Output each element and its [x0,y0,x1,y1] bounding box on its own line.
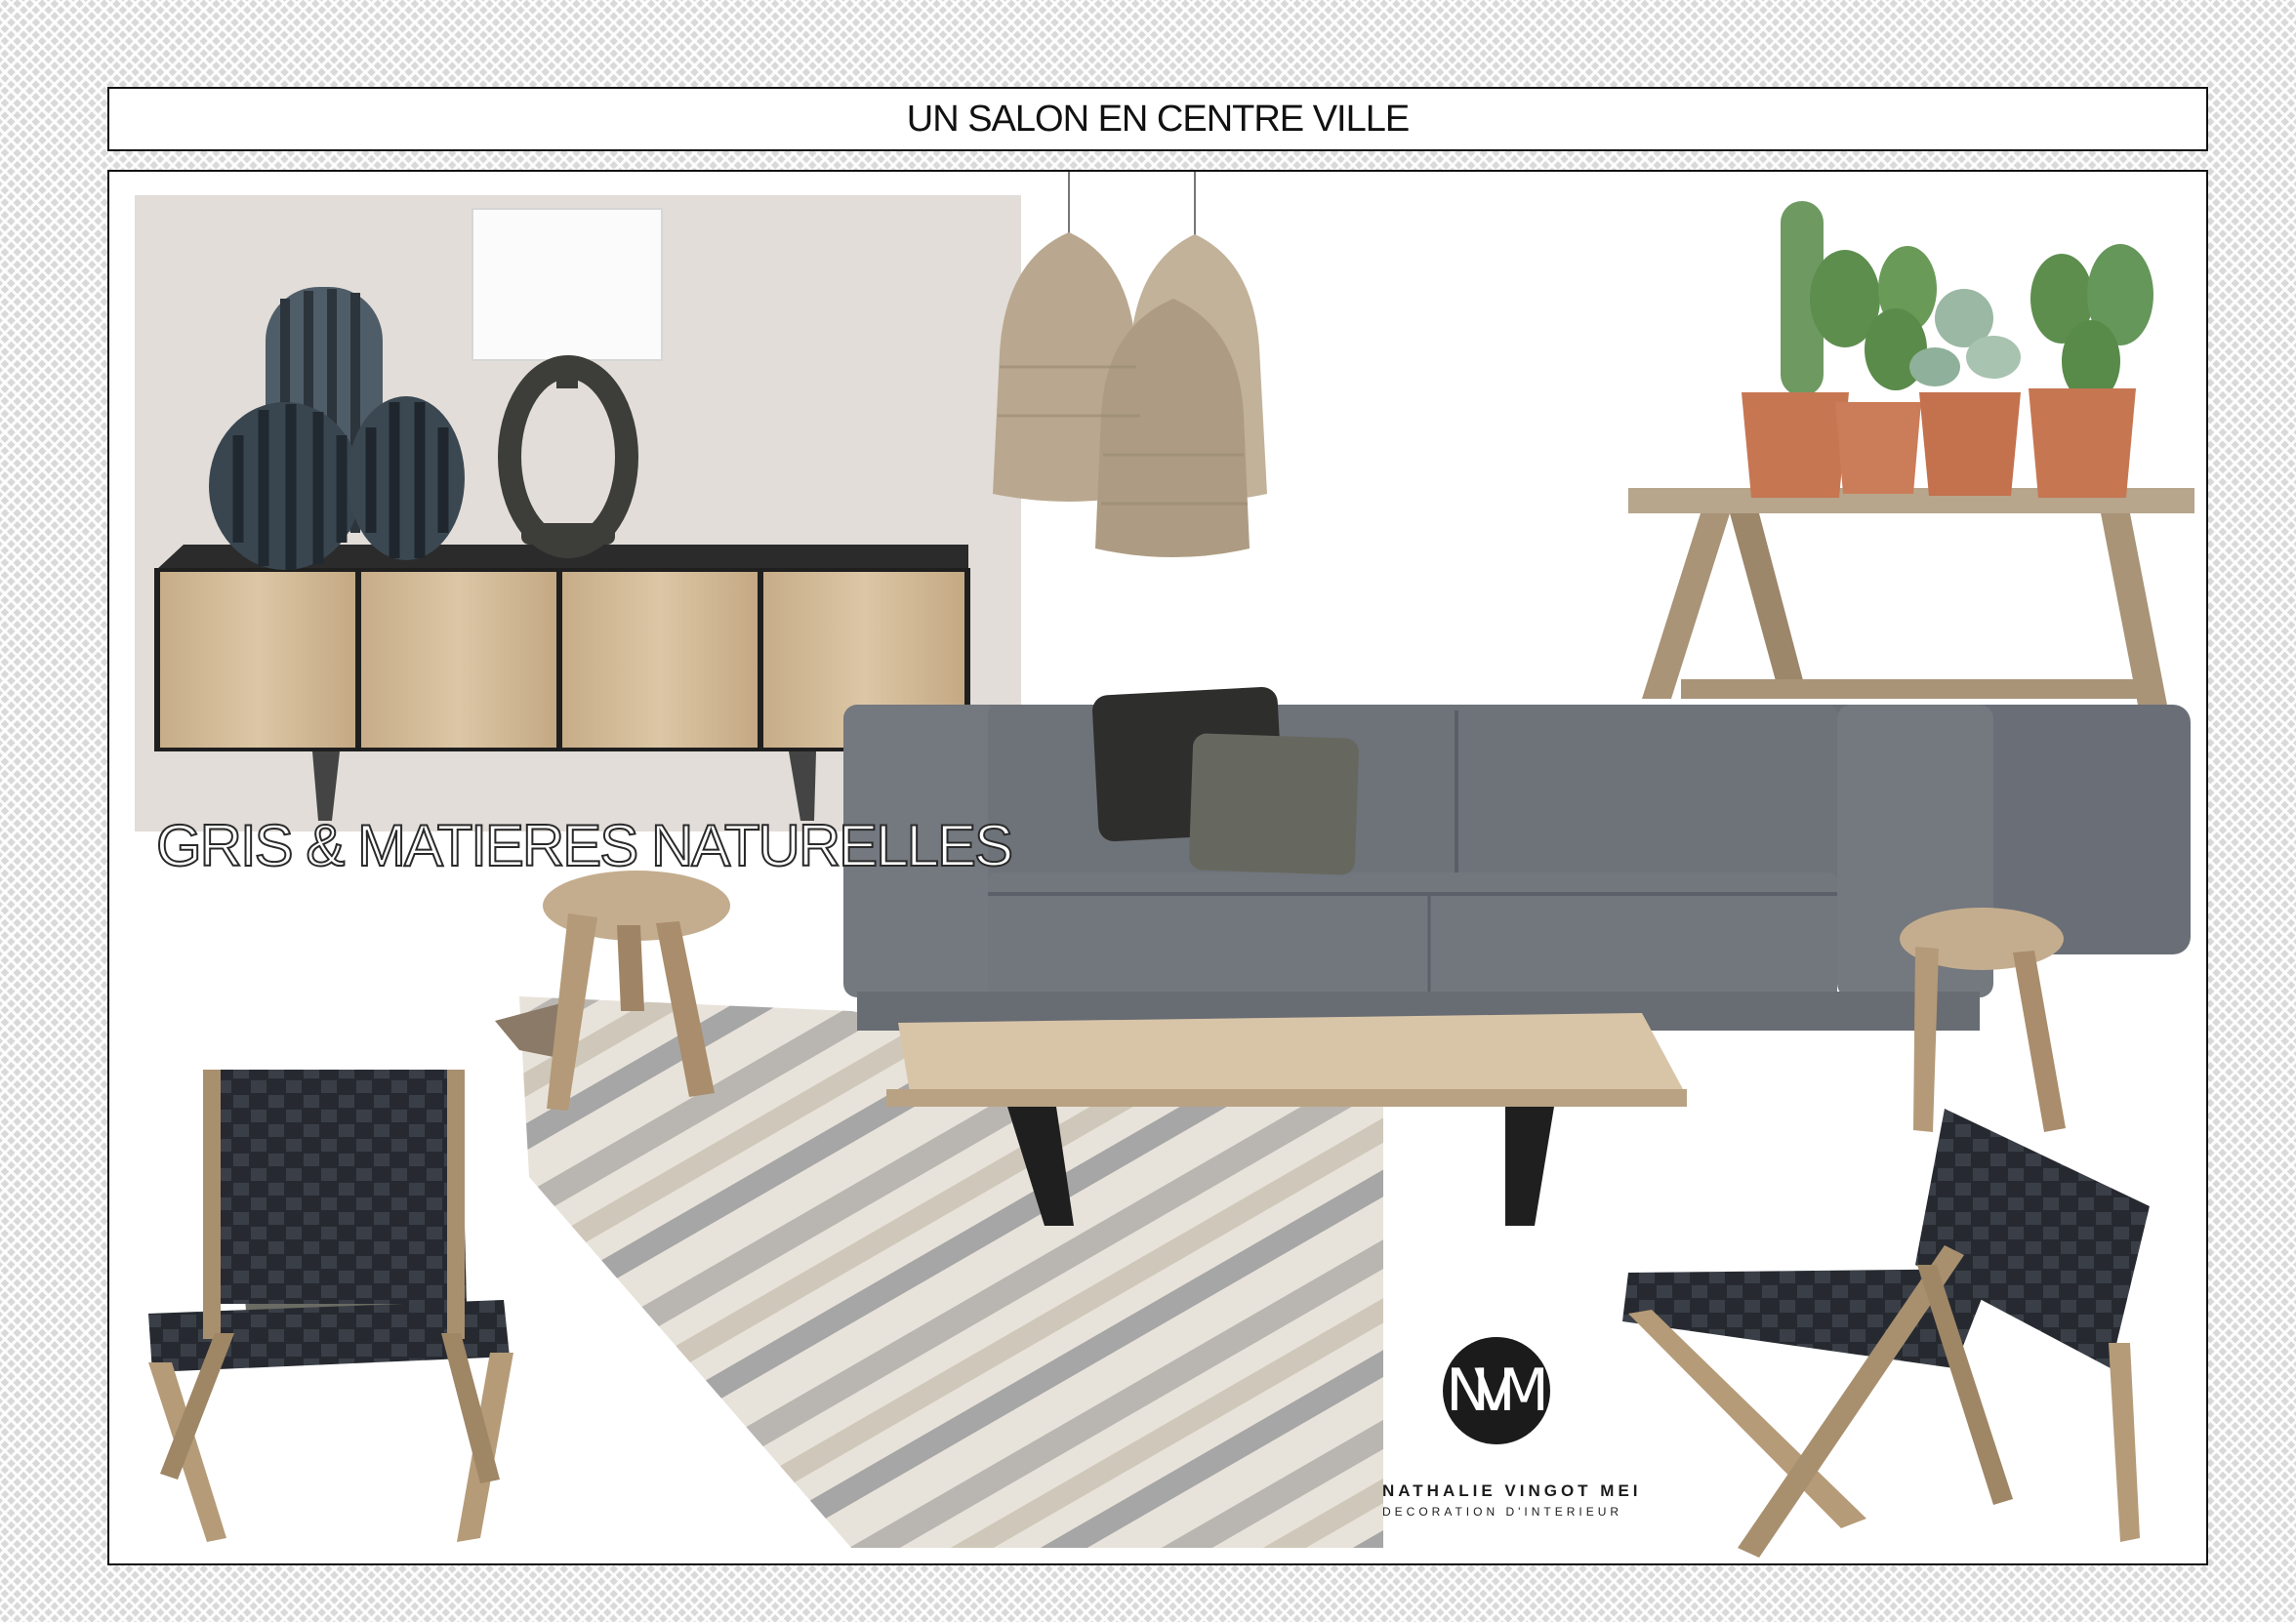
stool-right [1900,908,2066,1132]
cactus-plants [1742,201,2153,498]
page-title: UN SALON EN CENTRE VILLE [906,98,1410,140]
tagline: GRIS & MATIERES NATURELLES [155,812,1014,879]
logo-monogram: NVM [1446,1357,1549,1425]
pendant-lamps [993,172,1267,557]
moodboard: GRIS & MATIERES NATURELLES NVM NATHALIE … [107,170,2208,1565]
table-lamp [472,208,663,558]
logo-name: NATHALIE VINGOT MEI [1382,1481,1642,1500]
vase-group [209,287,465,570]
lounge-chair-right [1622,1109,2150,1558]
logo-subtitle: DECORATION D'INTERIEUR [1382,1505,1623,1519]
sofa [843,705,2191,1031]
logo-icon: NVM [1443,1337,1550,1444]
title-bar: UN SALON EN CENTRE VILLE [107,87,2208,151]
